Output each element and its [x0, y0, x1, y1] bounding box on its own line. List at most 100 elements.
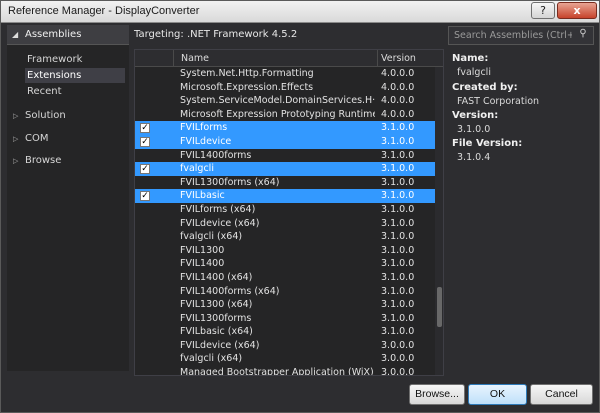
assembly-version: 3.0.0.0: [381, 339, 415, 351]
table-row[interactable]: System.Net.Http.Formatting 4.0.0.0: [135, 67, 435, 81]
assembly-version: 3.1.0.0: [381, 312, 415, 324]
column-header-version[interactable]: Version: [381, 53, 416, 64]
checkmark-icon[interactable]: ✓: [140, 136, 150, 147]
search-input[interactable]: Search Assemblies (Ctrl+E): [454, 30, 572, 41]
table-row[interactable]: System.ServiceModel.DomainServices.H··· 4…: [135, 94, 435, 108]
close-button[interactable]: x: [557, 2, 597, 19]
table-row[interactable]: Microsoft Expression Prototyping Runtime…: [135, 108, 435, 122]
assembly-name: FVIL1300forms: [180, 312, 252, 324]
assembly-name: FVILforms (x64): [180, 203, 256, 215]
vertical-scrollbar[interactable]: [435, 67, 443, 375]
browse-button[interactable]: Browse...: [409, 384, 465, 405]
assembly-name: FVIL1400forms (x64): [180, 285, 280, 297]
checkmark-icon[interactable]: ✓: [140, 191, 150, 202]
table-row[interactable]: fvalgcli (x64) 3.0.0.0: [135, 352, 435, 366]
assembly-name: Managed Bootstrapper Application (WiX): [180, 367, 374, 376]
reference-manager-window: Reference Manager - DisplayConverter ? x…: [0, 0, 600, 413]
detail-name-value: fvalgcli: [457, 67, 491, 78]
assembly-name: FVIL1400forms: [180, 149, 252, 161]
ok-button[interactable]: OK: [468, 384, 527, 405]
assembly-name: FVILbasic: [180, 190, 225, 202]
assembly-version: 3.0.0.0: [381, 367, 415, 376]
assembly-version: 3.1.0.0: [381, 190, 415, 202]
assembly-version: 3.1.0.0: [381, 231, 415, 243]
collapsed-arrow-icon: ▷: [13, 112, 19, 120]
column-header-name[interactable]: Name: [181, 53, 209, 64]
assembly-version: 3.1.0.0: [381, 299, 415, 311]
table-row[interactable]: FVILdevice (x64) 3.1.0.0: [135, 217, 435, 231]
sidebar-header-assemblies[interactable]: ◢ Assemblies: [7, 25, 129, 45]
assembly-version: 4.0.0.0: [381, 95, 415, 107]
assembly-name: FVIL1400: [180, 258, 225, 270]
assembly-name: FVIL1300forms (x64): [180, 176, 280, 188]
cancel-button[interactable]: Cancel: [530, 384, 593, 405]
assembly-name: FVIL1300 (x64): [180, 299, 253, 311]
assembly-name: FVIL1300: [180, 244, 225, 256]
table-row[interactable]: FVIL1400 3.1.0.0: [135, 257, 435, 271]
assembly-version: 4.0.0.0: [381, 81, 415, 93]
table-row[interactable]: FVIL1400 (x64) 3.1.0.0: [135, 271, 435, 285]
assembly-name: fvalgcli (x64): [180, 353, 243, 365]
table-row[interactable]: Microsoft.Expression.Effects 4.0.0.0: [135, 81, 435, 95]
table-row[interactable]: ✓ FVILdevice 3.1.0.0: [135, 134, 435, 149]
assembly-version: 3.1.0.0: [381, 271, 415, 283]
table-row[interactable]: FVIL1400forms (x64) 3.1.0.0: [135, 285, 435, 299]
table-row[interactable]: FVILbasic (x64) 3.1.0.0: [135, 325, 435, 339]
assembly-version: 3.1.0.0: [381, 176, 415, 188]
title-bar[interactable]: Reference Manager - DisplayConverter ? x: [1, 1, 599, 23]
sidebar-item-framework[interactable]: Framework: [25, 52, 125, 67]
collapsed-arrow-icon: ▷: [13, 157, 19, 165]
assembly-version: 3.1.0.0: [381, 135, 415, 147]
assembly-name: Microsoft Expression Prototyping Runtime: [180, 108, 375, 120]
expand-arrow-icon: ◢: [12, 30, 19, 39]
help-button[interactable]: ?: [531, 2, 555, 19]
sidebar-item-browse[interactable]: ▷ Browse: [7, 153, 129, 169]
sidebar-item-recent[interactable]: Recent: [25, 84, 125, 99]
table-row[interactable]: ✓ FVILbasic 3.1.0.0: [135, 189, 435, 203]
checkmark-icon[interactable]: ✓: [140, 164, 150, 175]
assembly-version: 3.1.0.0: [381, 149, 415, 161]
table-row[interactable]: Managed Bootstrapper Application (WiX) 3.…: [135, 366, 435, 376]
assembly-name: FVILdevice (x64): [180, 217, 260, 229]
table-row[interactable]: FVILdevice (x64) 3.0.0.0: [135, 339, 435, 353]
table-row[interactable]: FVIL1300 (x64) 3.1.0.0: [135, 298, 435, 312]
assembly-version: 3.1.0.0: [381, 326, 415, 338]
table-row[interactable]: FVIL1300forms (x64) 3.1.0.0: [135, 176, 435, 190]
search-box[interactable]: Search Assemblies (Ctrl+E) ⚲: [448, 26, 594, 45]
table-rows: System.Net.Http.Formatting 4.0.0.0 Microso…: [135, 67, 435, 376]
detail-createdby-value: FAST Corporation: [457, 96, 540, 107]
assembly-version: 3.1.0.0: [381, 163, 415, 175]
assembly-name: FVILdevice: [180, 135, 232, 147]
checkmark-icon[interactable]: ✓: [140, 123, 150, 134]
table-row[interactable]: fvalgcli (x64) 3.1.0.0: [135, 230, 435, 244]
assembly-name: System.ServiceModel.DomainServices.H···: [180, 95, 375, 107]
sidebar-item-extensions[interactable]: Extensions: [25, 68, 125, 83]
assembly-version: 3.1.0.0: [381, 122, 415, 134]
table-row[interactable]: ✓ FVILforms 3.1.0.0: [135, 121, 435, 135]
assembly-version: 3.1.0.0: [381, 217, 415, 229]
table-row[interactable]: FVILforms (x64) 3.1.0.0: [135, 203, 435, 217]
table-row[interactable]: FVIL1300forms 3.1.0.0: [135, 312, 435, 326]
assembly-version: 3.1.0.0: [381, 244, 415, 256]
detail-fileversion-value: 3.1.0.4: [457, 152, 491, 163]
sidebar-item-com[interactable]: ▷ COM: [7, 131, 129, 147]
detail-fileversion-label: File Version:: [452, 138, 523, 149]
assembly-name: FVIL1400 (x64): [180, 271, 253, 283]
table-row[interactable]: FVIL1400forms 3.1.0.0: [135, 149, 435, 163]
table-header: Name Version: [135, 50, 443, 67]
table-row[interactable]: ✓ fvalgcli 3.1.0.0: [135, 162, 435, 176]
assembly-name: fvalgcli (x64): [180, 231, 243, 243]
assembly-name: FVILforms: [180, 122, 228, 134]
detail-createdby-label: Created by:: [452, 82, 518, 93]
targeting-label: Targeting: .NET Framework 4.5.2: [134, 29, 298, 40]
detail-version-value: 3.1.0.0: [457, 124, 491, 135]
collapsed-arrow-icon: ▷: [13, 135, 19, 143]
table-row[interactable]: FVIL1300 3.1.0.0: [135, 244, 435, 258]
button-bar: Browse... OK Cancel: [1, 378, 599, 412]
search-icon[interactable]: ⚲: [575, 28, 591, 43]
scrollbar-thumb[interactable]: [437, 287, 442, 327]
sidebar-item-solution[interactable]: ▷ Solution: [7, 108, 129, 124]
sidebar: ◢ Assemblies Framework Extensions Recent…: [7, 25, 129, 371]
assembly-version: 3.1.0.0: [381, 203, 415, 215]
assembly-version: 3.1.0.0: [381, 258, 415, 270]
